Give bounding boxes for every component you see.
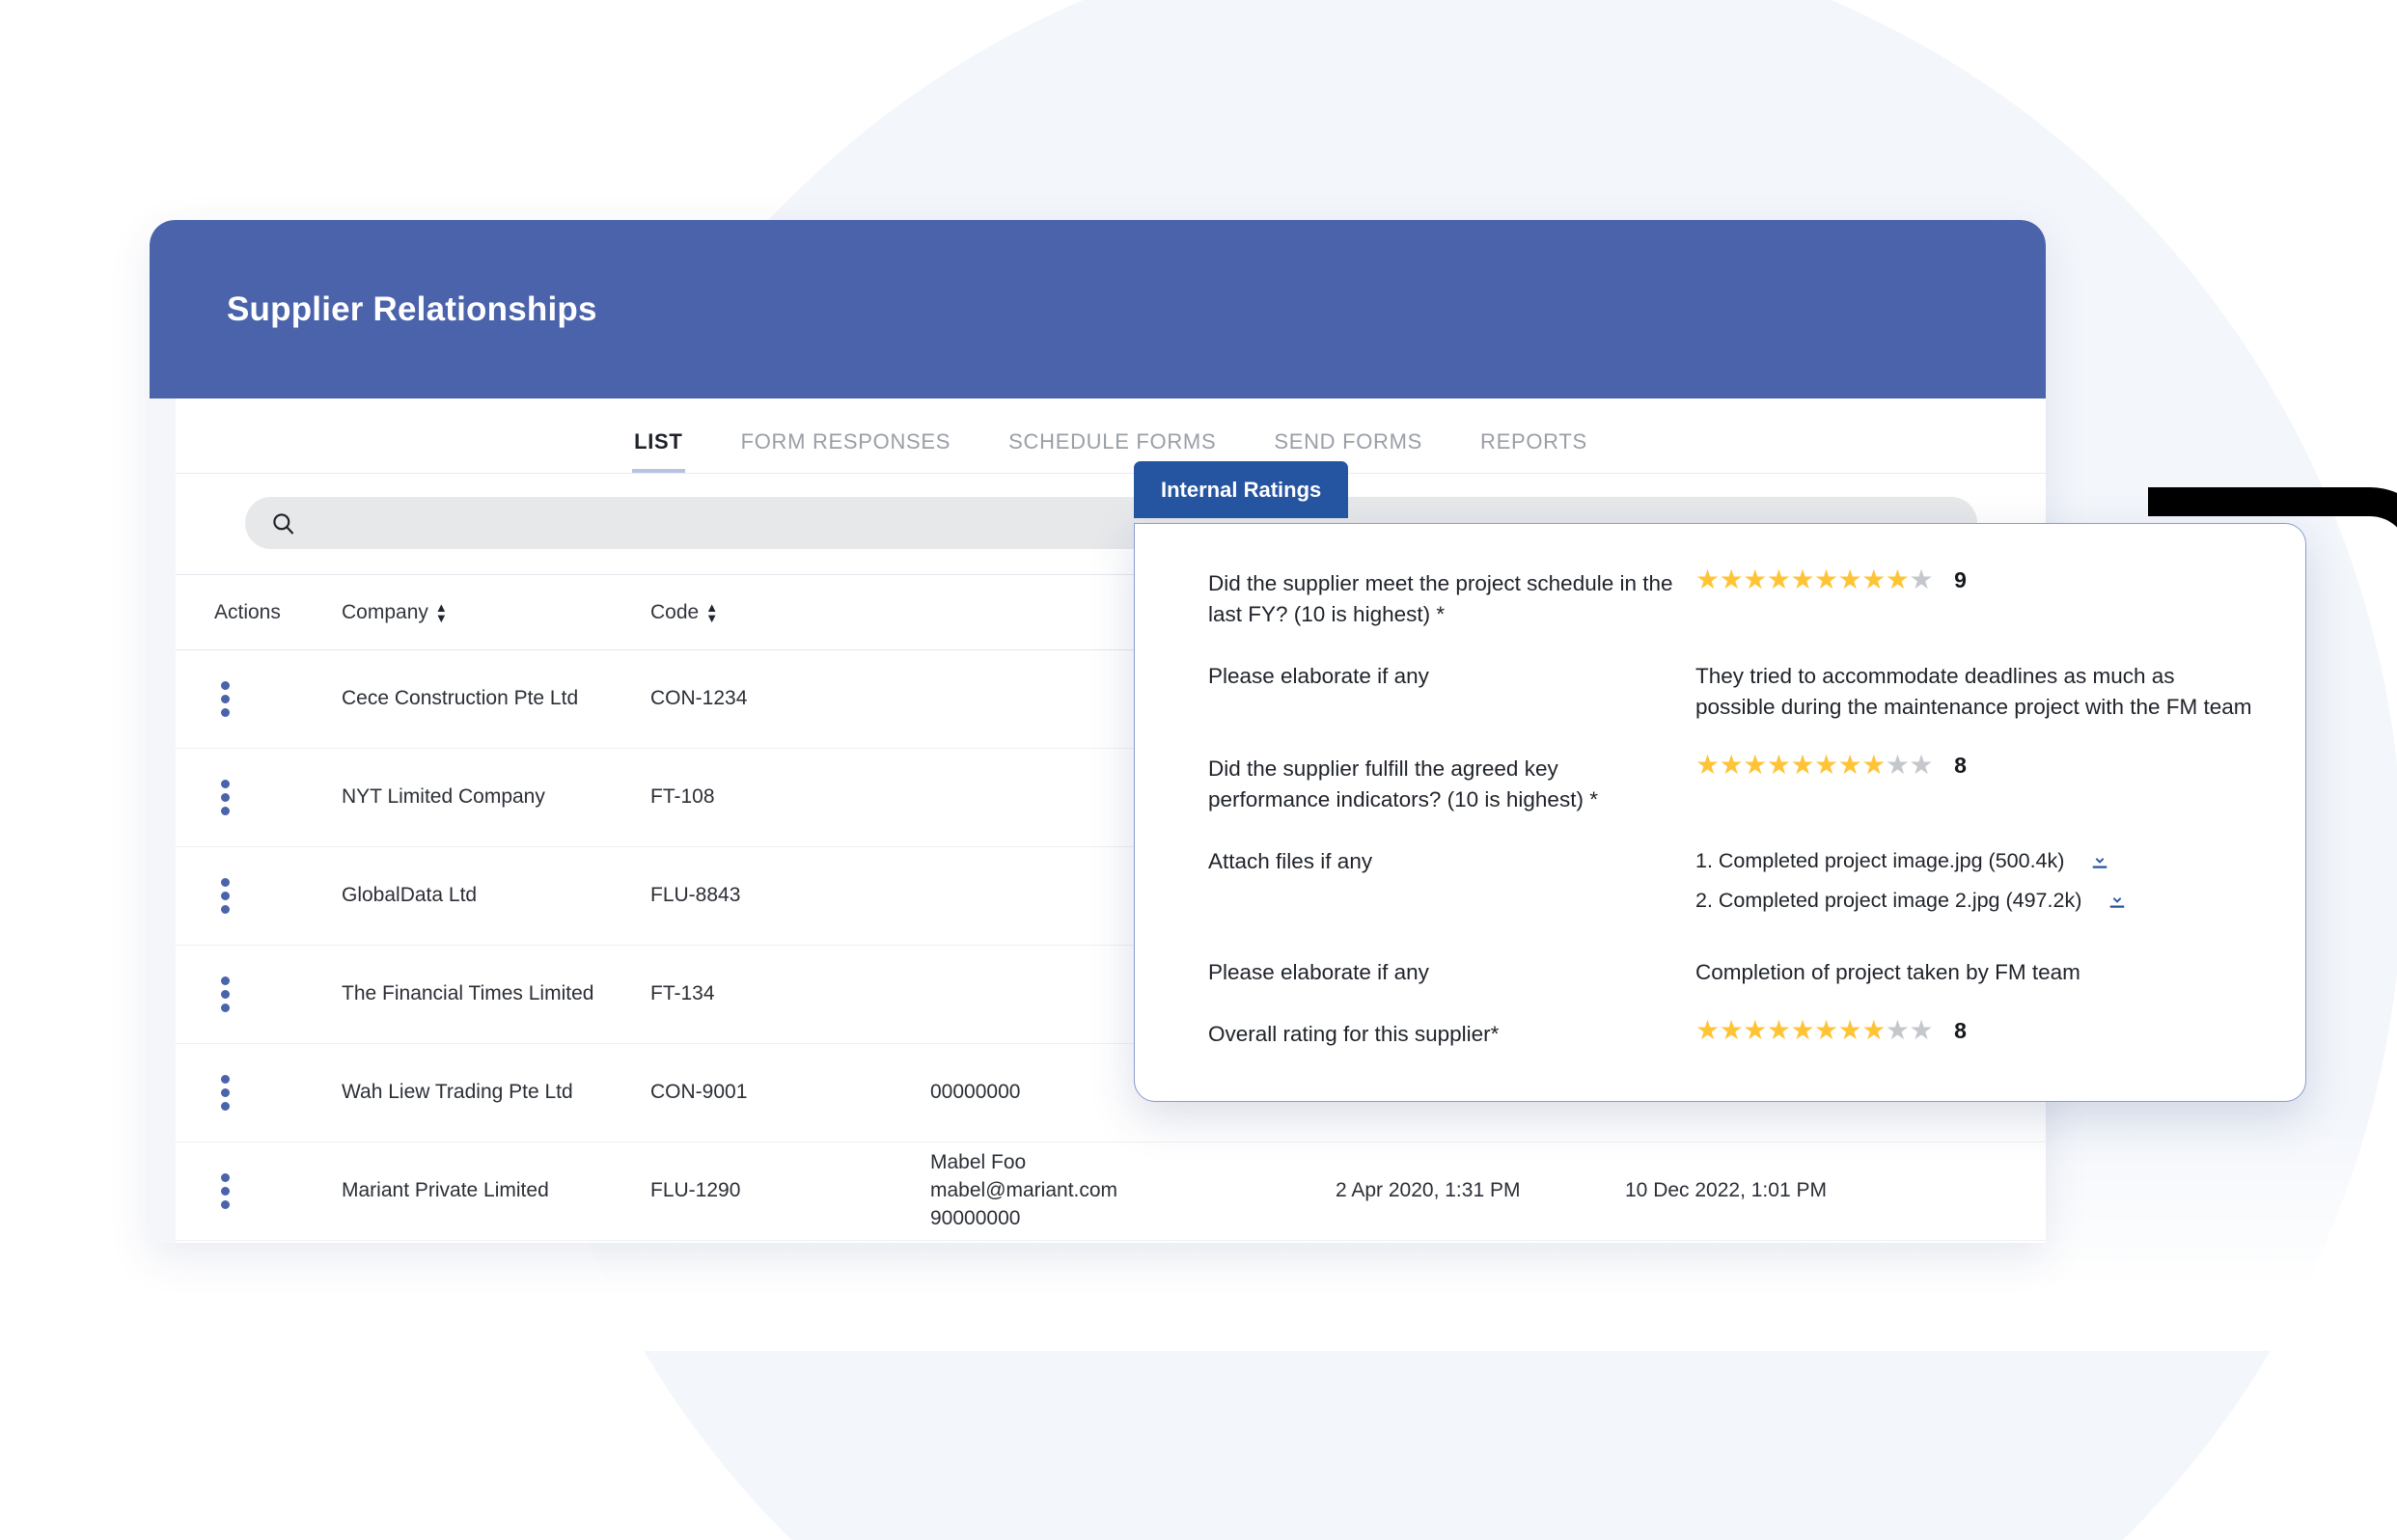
cell-code: FLU-1290 <box>650 1179 741 1202</box>
question-row-attachments: Attach files if any 1. Completed project… <box>1208 846 2259 926</box>
cell-company: Mariant Private Limited <box>342 1179 549 1202</box>
column-header-company-label: Company <box>342 600 428 623</box>
star-rating-icons[interactable]: ★★★★★★★★★★ <box>1695 752 1934 779</box>
column-header-code[interactable]: Code ▲ ▼ <box>650 601 718 624</box>
rating-schedule[interactable]: ★★★★★★★★★★ 9 <box>1695 564 2259 596</box>
cell-code: FT-108 <box>650 785 715 809</box>
question-label-schedule: Did the supplier meet the project schedu… <box>1208 571 1673 626</box>
attachment-filename: 2. Completed project image 2.jpg (497.2k… <box>1695 889 2082 913</box>
star-rating-icons[interactable]: ★★★★★★★★★★ <box>1695 1016 1934 1044</box>
row-actions-menu-icon[interactable] <box>214 976 235 1012</box>
answer-elaborate-1: They tried to accommodate deadlines as m… <box>1695 663 2252 719</box>
question-label-attachments: Attach files if any <box>1208 848 1373 873</box>
row-actions-menu-icon[interactable] <box>214 681 235 717</box>
tab-form-responses[interactable]: FORM RESPONSES <box>712 429 980 473</box>
cell-company: The Financial Times Limited <box>342 982 594 1005</box>
row-actions-menu-icon[interactable] <box>214 1075 235 1111</box>
cell-code: FLU-8843 <box>650 884 741 907</box>
sort-arrows-icon[interactable]: ▲ ▼ <box>435 601 448 624</box>
table-row[interactable]: Mariant Private Limited FLU-1290 Mabel F… <box>176 1142 2046 1241</box>
question-row-kpi: Did the supplier fulfill the agreed key … <box>1208 752 2259 815</box>
internal-ratings-panel: Did the supplier meet the project schedu… <box>1134 523 2306 1102</box>
star-rating-icons[interactable]: ★★★★★★★★★★ <box>1695 566 1934 593</box>
attachment-item[interactable]: 2. Completed project image 2.jpg (497.2k… <box>1695 886 2259 916</box>
attachment-filename: 1. Completed project image.jpg (500.4k) <box>1695 848 2065 872</box>
rating-score-overall: 8 <box>1954 1017 1967 1043</box>
search-icon <box>270 510 296 536</box>
tab-bar: LIST FORM RESPONSES SCHEDULE FORMS SEND … <box>176 399 2046 474</box>
rating-score-schedule: 9 <box>1954 567 1967 592</box>
question-label-overall: Overall rating for this supplier* <box>1208 1021 1500 1046</box>
cell-code: CON-1234 <box>650 687 748 710</box>
question-row-schedule-note: Please elaborate if any They tried to ac… <box>1208 661 2259 723</box>
sort-arrows-icon[interactable]: ▲ ▼ <box>705 601 718 624</box>
question-row-schedule: Did the supplier meet the project schedu… <box>1208 566 2259 630</box>
cell-company: Wah Liew Trading Pte Ltd <box>342 1081 573 1104</box>
answer-elaborate-2: Completion of project taken by FM team <box>1695 959 2080 984</box>
column-header-code-label: Code <box>650 600 700 623</box>
download-icon[interactable] <box>2089 850 2110 871</box>
cell-contact-name: Mabel Foo <box>930 1151 1027 1174</box>
tab-reports[interactable]: REPORTS <box>1451 429 1616 473</box>
cell-contact-phone: 90000000 <box>930 1206 1021 1229</box>
question-label-elaborate-2: Please elaborate if any <box>1208 959 1429 984</box>
attachment-item[interactable]: 1. Completed project image.jpg (500.4k) <box>1695 846 2259 876</box>
row-actions-menu-icon[interactable] <box>214 780 235 815</box>
tab-list[interactable]: LIST <box>605 429 711 473</box>
rating-score-kpi: 8 <box>1954 752 1967 778</box>
modal-tab-internal-ratings[interactable]: Internal Ratings <box>1134 461 1349 518</box>
cell-contact-email: mabel@mariant.com <box>930 1179 1118 1202</box>
rating-kpi[interactable]: ★★★★★★★★★★ 8 <box>1695 750 2259 782</box>
column-header-actions: Actions <box>214 600 281 623</box>
cell-company: GlobalData Ltd <box>342 884 478 907</box>
rating-overall[interactable]: ★★★★★★★★★★ 8 <box>1695 1015 2259 1047</box>
question-row-kpi-note: Please elaborate if any Completion of pr… <box>1208 957 2259 988</box>
row-actions-menu-icon[interactable] <box>214 878 235 914</box>
cell-created: 2 Apr 2020, 1:31 PM <box>1336 1179 1521 1202</box>
row-actions-menu-icon[interactable] <box>214 1173 235 1209</box>
left-rail <box>150 399 176 1243</box>
page-title: Supplier Relationships <box>227 289 597 328</box>
page-root: Supplier Relationships LIST FORM RESPONS… <box>0 0 2397 1540</box>
cell-company: Cece Construction Pte Ltd <box>342 687 579 710</box>
cell-company: NYT Limited Company <box>342 785 545 809</box>
question-label-elaborate-1: Please elaborate if any <box>1208 663 1429 688</box>
question-row-overall: Overall rating for this supplier* ★★★★★★… <box>1208 1016 2259 1050</box>
download-icon[interactable] <box>2107 890 2128 911</box>
question-label-kpi: Did the supplier fulfill the agreed key … <box>1208 756 1598 811</box>
cell-code: CON-9001 <box>650 1081 748 1104</box>
column-header-company[interactable]: Company ▲ ▼ <box>342 601 448 624</box>
cell-contact-phone: 00000000 <box>930 1081 1021 1104</box>
cell-updated: 10 Dec 2022, 1:01 PM <box>1625 1179 1827 1202</box>
app-header: Supplier Relationships <box>150 220 2046 399</box>
cell-code: FT-134 <box>650 982 715 1005</box>
